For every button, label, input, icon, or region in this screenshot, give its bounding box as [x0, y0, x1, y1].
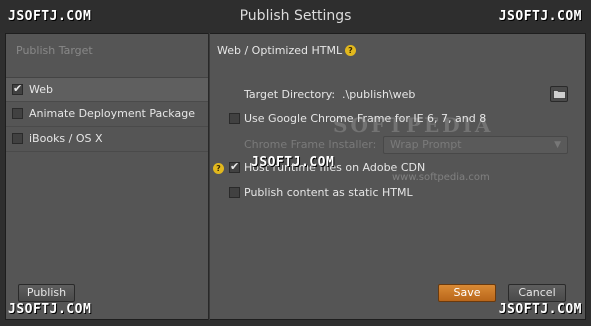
site-watermark: JSOFTJ.COM: [8, 302, 92, 317]
target-item-label: Web: [29, 83, 53, 96]
site-watermark: JSOFTJ.COM: [251, 155, 335, 170]
check-icon: ✔: [13, 82, 23, 95]
help-icon[interactable]: ?: [213, 163, 224, 174]
target-item-web[interactable]: ✔ Web: [6, 77, 208, 102]
publish-button[interactable]: Publish: [18, 284, 75, 302]
site-watermark: JSOFTJ.COM: [498, 9, 582, 24]
host-cdn-checkbox[interactable]: ✔: [229, 160, 240, 173]
site-watermark: JSOFTJ.COM: [8, 9, 92, 24]
softpedia-watermark: SOFTPEDIA: [333, 113, 494, 137]
web-checkbox[interactable]: ✔: [12, 82, 23, 95]
cancel-button[interactable]: Cancel: [508, 284, 566, 302]
chevron-down-icon: ▼: [554, 140, 561, 150]
chrome-installer-label: Chrome Frame Installer:: [244, 138, 377, 151]
help-icon[interactable]: ?: [345, 45, 356, 56]
folder-icon: [553, 90, 566, 99]
target-item-label: iBooks / OS X: [29, 132, 103, 145]
chrome-installer-select[interactable]: Wrap Prompt ▼: [383, 136, 568, 154]
save-button[interactable]: Save: [438, 284, 496, 302]
target-item-label: Animate Deployment Package: [29, 107, 195, 120]
check-icon: ✔: [230, 160, 240, 173]
animate-deployment-checkbox[interactable]: [12, 108, 23, 119]
publish-target-list: ✔ Web Animate Deployment Package iBooks …: [6, 77, 208, 152]
browse-folder-button[interactable]: [550, 86, 568, 102]
section-title: Web / Optimized HTML: [217, 44, 343, 57]
static-html-label: Publish content as static HTML: [244, 186, 413, 199]
site-watermark: JSOFTJ.COM: [498, 302, 582, 317]
static-html-checkbox[interactable]: [229, 187, 240, 198]
target-item-ibooks[interactable]: iBooks / OS X: [6, 127, 208, 152]
panel-divider: [208, 33, 210, 320]
chrome-installer-value: Wrap Prompt: [390, 138, 462, 151]
ibooks-checkbox[interactable]: [12, 133, 23, 144]
softpedia-url-watermark: www.softpedia.com: [392, 172, 490, 183]
target-directory-value[interactable]: .\publish\web: [342, 88, 415, 101]
chrome-frame-checkbox[interactable]: [229, 113, 240, 124]
target-item-animate-deployment[interactable]: Animate Deployment Package: [6, 102, 208, 127]
target-directory-label: Target Directory:: [244, 88, 336, 101]
publish-target-header: Publish Target: [16, 44, 93, 57]
